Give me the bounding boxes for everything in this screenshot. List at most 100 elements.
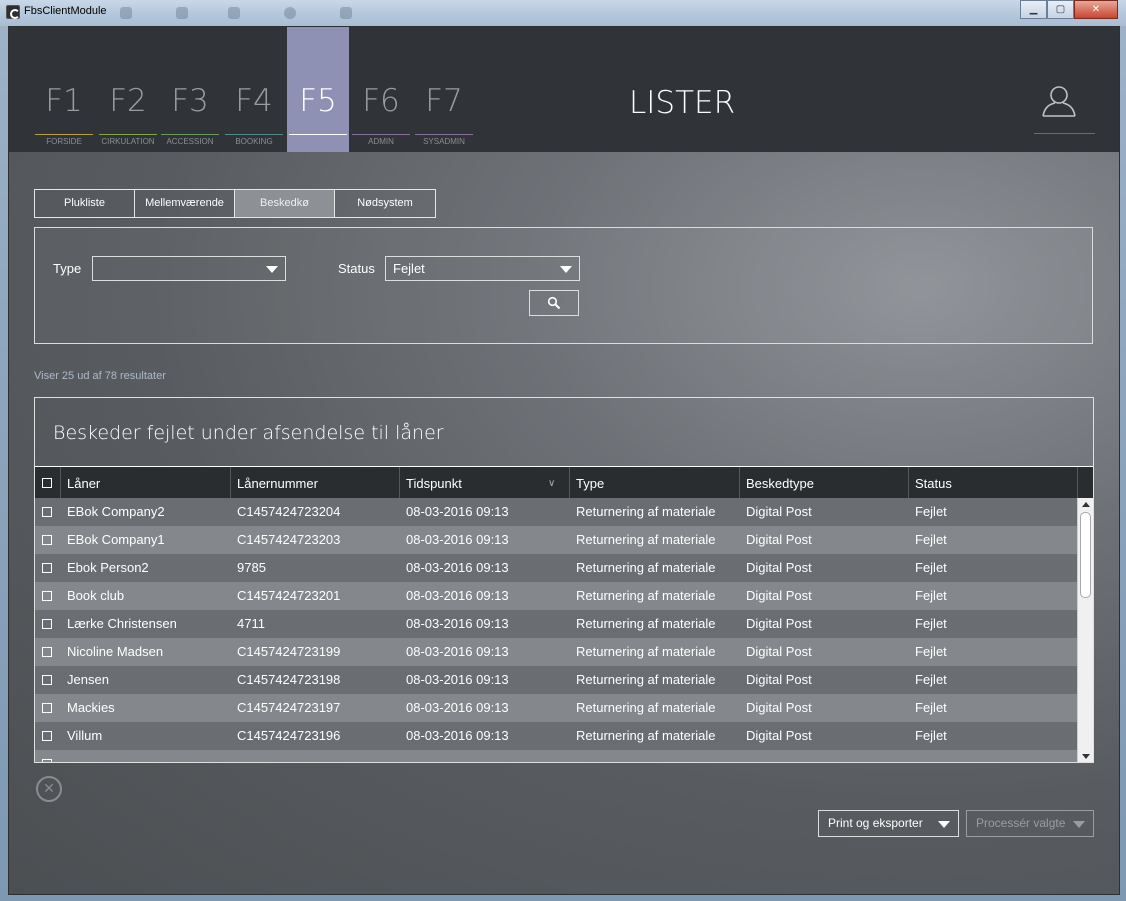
nav-key-f3[interactable]: F3 ACCESSION (159, 27, 221, 152)
row-checkbox[interactable] (42, 647, 52, 657)
chevron-down-icon (560, 266, 572, 273)
cell-status: Fejlet (915, 700, 947, 715)
cell-tidspunkt: 08-03-2016 09:13 (406, 728, 509, 743)
cancel-icon[interactable]: ✕ (36, 776, 62, 802)
print-export-button[interactable]: Print og eksporter (818, 810, 959, 837)
tab-mellemvaerende[interactable]: Mellemværende (135, 190, 235, 217)
search-icon (547, 296, 561, 310)
table-row[interactable]: Book club C1457424723201 08-03-2016 09:13 R… (35, 582, 1077, 610)
row-checkbox[interactable] (42, 703, 52, 713)
table-row[interactable]: Lærke Christensen 4711 08-03-2016 09:13 Ret… (35, 610, 1077, 638)
nav-key-f7[interactable]: F7 SYSADMIN (413, 27, 475, 152)
cell-type: Returnering af materiale (576, 616, 716, 631)
cell-status: Fejlet (915, 560, 947, 575)
cell-beskedtype: Digital Post (746, 560, 812, 575)
table-row[interactable]: Nicoline Madsen C1457424723199 08-03-2016 … (35, 638, 1077, 666)
table-row[interactable] (35, 750, 1077, 762)
cell-beskedtype: Digital Post (746, 728, 812, 743)
cell-type: Returnering af materiale (576, 560, 716, 575)
scroll-down-icon[interactable] (1082, 754, 1090, 759)
search-button[interactable] (529, 290, 579, 316)
cell-status: Fejlet (915, 672, 947, 687)
cell-type: Returnering af materiale (576, 672, 716, 687)
tab-nodsystem[interactable]: Nødsystem (335, 190, 435, 217)
column-header-lanernummer[interactable]: Lånernummer (237, 476, 318, 491)
column-header-type[interactable]: Type (576, 476, 604, 491)
table-scrollbar[interactable] (1077, 498, 1093, 762)
select-all-checkbox[interactable] (42, 478, 52, 488)
type-dropdown[interactable] (92, 256, 286, 281)
row-checkbox[interactable] (42, 619, 52, 629)
nav-key-f2[interactable]: F2 CIRKULATION (97, 27, 159, 152)
column-header-beskedtype[interactable]: Beskedtype (746, 476, 814, 491)
minimize-button[interactable]: ▁ (1020, 0, 1047, 19)
nav-key-number: F1 (45, 83, 83, 119)
user-icon[interactable] (1041, 85, 1077, 117)
nav-key-accent-line (161, 134, 219, 135)
cell-lanernummer: C1457424723201 (237, 588, 341, 603)
cell-tidspunkt: 08-03-2016 09:13 (406, 616, 509, 631)
window-controls: ▁ ▢ ✕ (1020, 0, 1118, 19)
maximize-button[interactable]: ▢ (1047, 0, 1074, 19)
column-divider (230, 467, 231, 498)
cell-beskedtype: Digital Post (746, 672, 812, 687)
nav-key-f1[interactable]: F1 FORSIDE (33, 27, 95, 152)
cell-lanernummer: C1457424723203 (237, 532, 341, 547)
nav-key-f5[interactable]: F5 (287, 27, 349, 152)
scroll-up-icon[interactable] (1082, 502, 1090, 507)
table-row[interactable]: EBok Company1 C1457424723203 08-03-2016 09… (35, 526, 1077, 554)
row-checkbox[interactable] (42, 731, 52, 741)
status-dropdown[interactable]: Fejlet (385, 256, 580, 281)
window-titlebar: FbsClientModule ▁ ▢ ✕ (0, 0, 1126, 26)
cell-tidspunkt: 08-03-2016 09:13 (406, 560, 509, 575)
cell-laner: EBok Company2 (67, 504, 165, 519)
cell-status: Fejlet (915, 504, 947, 519)
nav-key-f6[interactable]: F6 ADMIN (350, 27, 412, 152)
table-row[interactable]: Ebok Person2 9785 08-03-2016 09:13 Returner… (35, 554, 1077, 582)
cell-type: Returnering af materiale (576, 588, 716, 603)
tab-plukliste[interactable]: Plukliste (35, 190, 135, 217)
row-checkbox[interactable] (42, 675, 52, 685)
nav-key-f4[interactable]: F4 BOOKING (223, 27, 285, 152)
scrollbar-thumb[interactable] (1080, 512, 1091, 598)
row-checkbox[interactable] (42, 563, 52, 573)
page-title: LISTER (629, 85, 736, 121)
cell-tidspunkt: 08-03-2016 09:13 (406, 672, 509, 687)
row-checkbox[interactable] (42, 591, 52, 601)
row-checkbox[interactable] (42, 507, 52, 517)
close-window-button[interactable]: ✕ (1074, 0, 1118, 19)
nav-key-label: SYSADMIN (423, 137, 465, 146)
table-row[interactable]: Jensen C1457424723198 08-03-2016 09:13 Retu… (35, 666, 1077, 694)
column-header-laner[interactable]: Låner (67, 476, 100, 491)
cell-status: Fejlet (915, 644, 947, 659)
table-row[interactable]: Mackies C1457424723197 08-03-2016 09:13 Ret… (35, 694, 1077, 722)
process-selected-button[interactable]: Processér valgte (966, 810, 1094, 837)
window-title: FbsClientModule (24, 5, 107, 17)
process-selected-label: Processér valgte (976, 816, 1066, 830)
nav-key-accent-line (352, 134, 410, 135)
cell-laner: EBok Company1 (67, 532, 165, 547)
cell-lanernummer: C1457424723198 (237, 672, 341, 687)
nav-key-accent-line (225, 134, 283, 135)
row-checkbox[interactable] (42, 759, 52, 762)
toolbar-ghost-icon (176, 7, 188, 19)
cell-laner: Ebok Person2 (67, 560, 149, 575)
cell-beskedtype: Digital Post (746, 644, 812, 659)
column-header-status[interactable]: Status (915, 476, 952, 491)
list-tabs: Plukliste Mellemværende Beskedkø Nødsyst… (34, 189, 436, 218)
table-row[interactable]: EBok Company2 C1457424723204 08-03-2016 09… (35, 498, 1077, 526)
table-row[interactable]: Villum C1457424723196 08-03-2016 09:13 Retu… (35, 722, 1077, 750)
nav-key-label: CIRKULATION (101, 137, 155, 146)
nav-key-label: ADMIN (368, 137, 394, 146)
table-header: Låner Lånernummer Tidspunkt ∨ Type Beske… (35, 466, 1093, 498)
row-checkbox[interactable] (42, 535, 52, 545)
header-bar: F1 FORSIDE F2 CIRKULATION F3 ACCESSION F4 BOOKI… (9, 27, 1119, 152)
cell-lanernummer: C1457424723204 (237, 504, 341, 519)
cell-type: Returnering af materiale (576, 504, 716, 519)
cell-lanernummer: C1457424723196 (237, 728, 341, 743)
tab-beskedko[interactable]: Beskedkø (235, 190, 335, 217)
cell-laner: Jensen (67, 672, 109, 687)
toolbar-ghost-icon (284, 7, 296, 19)
column-divider (908, 467, 909, 498)
column-header-tidspunkt[interactable]: Tidspunkt (406, 476, 462, 491)
